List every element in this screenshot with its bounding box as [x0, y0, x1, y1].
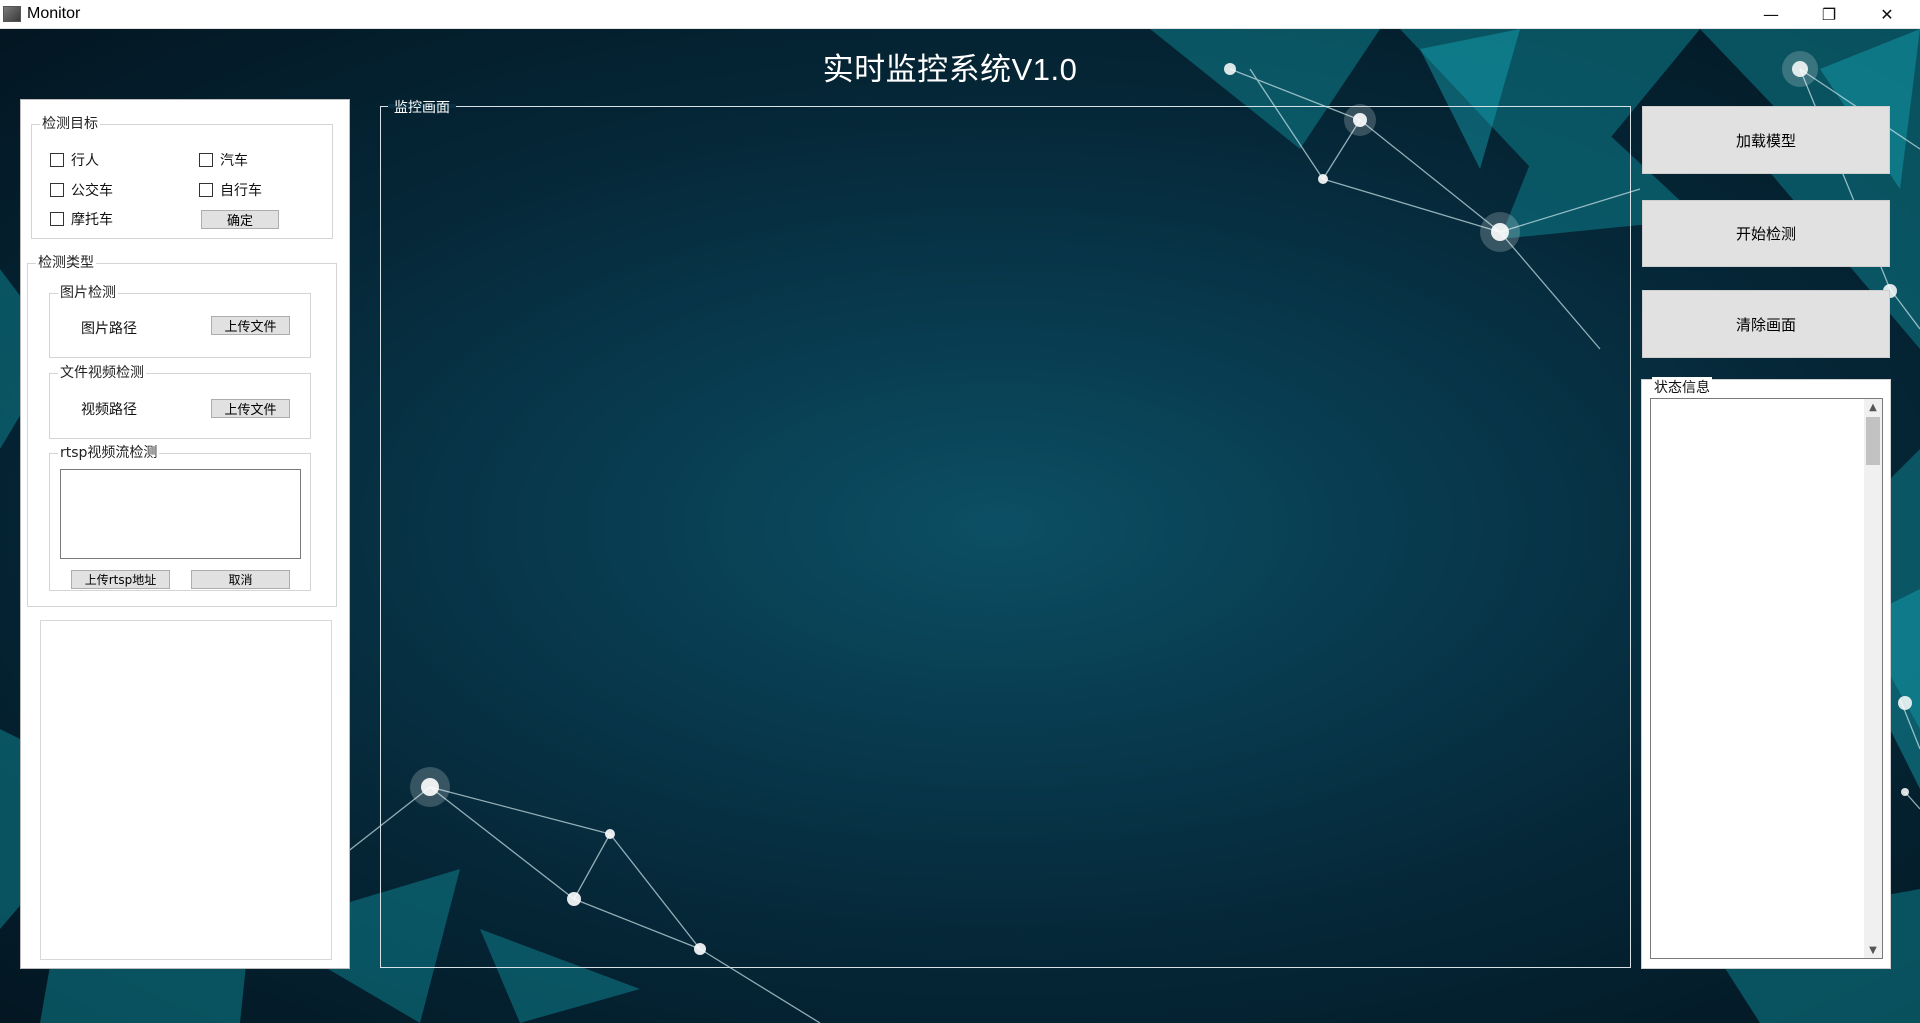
- status-legend: 状态信息: [1652, 377, 1712, 397]
- checkbox-bus[interactable]: 公交车: [50, 180, 113, 200]
- rtsp-detection-legend: rtsp视频流检测: [60, 445, 158, 461]
- detection-targets-legend: 检测目标: [42, 116, 98, 132]
- left-control-panel: 检测目标 行人 汽车 公交车 自行车 摩托车 确定 检测类型 图片检测 图片路径…: [20, 99, 350, 969]
- scroll-up-icon[interactable]: ▲: [1864, 399, 1882, 415]
- checkbox-pedestrian[interactable]: 行人: [50, 150, 99, 170]
- checkbox-label: 摩托车: [71, 212, 113, 228]
- checkbox-car[interactable]: 汽车: [199, 150, 248, 170]
- window-title: Monitor: [27, 5, 81, 22]
- app-main-title: 实时监控系统V1.0: [822, 52, 1078, 87]
- video-path-label: 视频路径: [81, 402, 137, 418]
- scroll-down-icon[interactable]: ▼: [1864, 942, 1882, 958]
- checkbox-label: 汽车: [220, 153, 248, 169]
- load-model-button[interactable]: 加载模型: [1642, 106, 1890, 174]
- checkbox-box[interactable]: [50, 153, 64, 167]
- checkbox-box[interactable]: [199, 183, 213, 197]
- clear-screen-button[interactable]: 清除画面: [1642, 290, 1890, 358]
- app-icon: [3, 6, 21, 22]
- status-log-textarea[interactable]: ▲ ▼: [1650, 398, 1883, 959]
- confirm-targets-button[interactable]: 确定: [201, 210, 279, 229]
- scroll-thumb[interactable]: [1866, 417, 1880, 465]
- video-detection-legend: 文件视频检测: [60, 365, 144, 381]
- checkbox-motorcycle[interactable]: 摩托车: [50, 209, 113, 229]
- rtsp-address-input[interactable]: [60, 469, 301, 559]
- image-path-label: 图片路径: [81, 321, 137, 337]
- checkbox-label: 自行车: [220, 183, 262, 199]
- detection-type-legend: 检测类型: [38, 255, 94, 271]
- upload-video-button[interactable]: 上传文件: [211, 399, 290, 418]
- image-detection-legend: 图片检测: [60, 285, 116, 301]
- checkbox-label: 公交车: [71, 183, 113, 199]
- monitor-legend: 监控画面: [394, 100, 450, 116]
- window-titlebar: Monitor — ❐ ✕: [0, 0, 1920, 29]
- status-scrollbar[interactable]: ▲ ▼: [1864, 399, 1882, 958]
- status-panel: 状态信息 ▲ ▼: [1641, 377, 1891, 969]
- maximize-button[interactable]: ❐: [1800, 0, 1858, 29]
- upload-image-button[interactable]: 上传文件: [211, 316, 290, 335]
- checkbox-label: 行人: [71, 153, 99, 169]
- upload-rtsp-button[interactable]: 上传rtsp地址: [71, 570, 170, 589]
- close-button[interactable]: ✕: [1858, 0, 1916, 29]
- monitor-display: [380, 106, 1631, 968]
- preview-box: [40, 620, 332, 960]
- start-detection-button[interactable]: 开始检测: [1642, 200, 1890, 267]
- checkbox-box[interactable]: [199, 153, 213, 167]
- checkbox-box[interactable]: [50, 212, 64, 226]
- cancel-rtsp-button[interactable]: 取消: [191, 570, 290, 589]
- checkbox-bicycle[interactable]: 自行车: [199, 180, 262, 200]
- checkbox-box[interactable]: [50, 183, 64, 197]
- minimize-button[interactable]: —: [1742, 0, 1800, 29]
